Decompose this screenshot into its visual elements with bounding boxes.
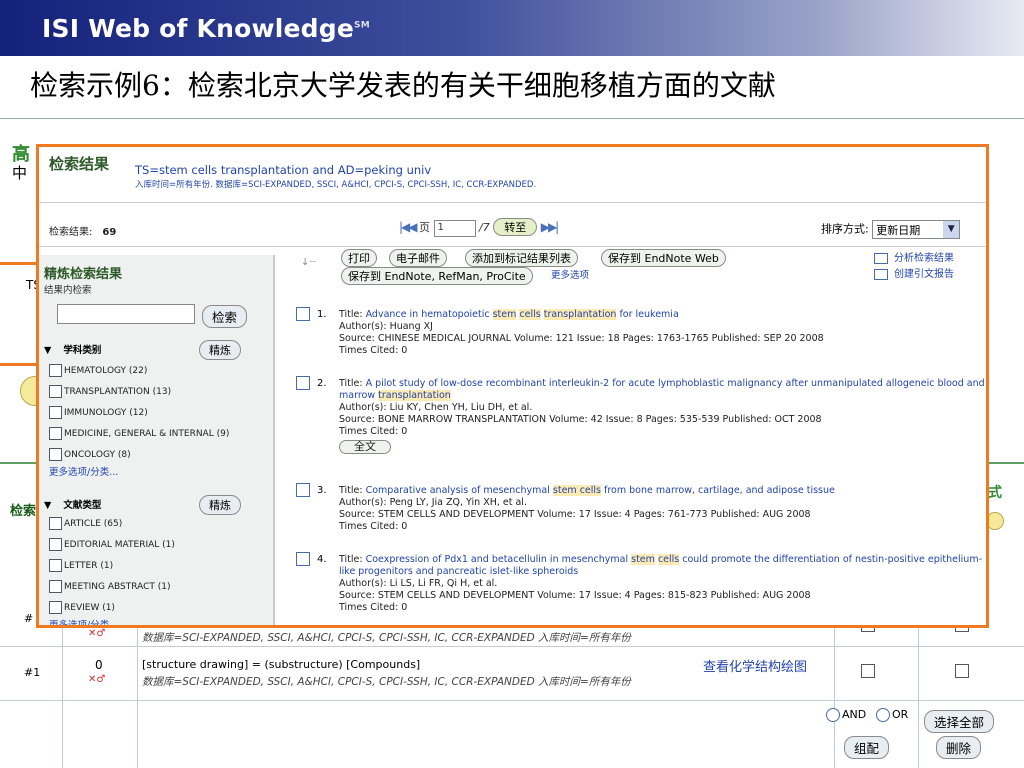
combine-button[interactable]: 组配 (844, 736, 890, 759)
and-radio[interactable]: AND (826, 708, 866, 722)
view-structure-link[interactable]: 查看化学结构绘图 (703, 656, 807, 675)
refine-title: 精炼检索结果 (44, 267, 123, 282)
record-checkbox[interactable] (296, 552, 310, 566)
doctype-option[interactable]: MEETING ABSTRACT (1) (49, 580, 171, 593)
list-icon (874, 252, 888, 264)
subject-option[interactable]: MEDICINE, GENERAL & INTERNAL (9) (49, 427, 229, 440)
goto-button[interactable]: 转至 (493, 218, 538, 236)
subject-category-header: ▼ 学科类别 (44, 345, 102, 356)
add-marked-button[interactable]: 添加到标记结果列表 (465, 249, 578, 267)
doctype-header: ▼ 文献类型 (44, 500, 102, 511)
or-radio[interactable]: OR (876, 708, 908, 722)
subject-option[interactable]: ONCOLOGY (8) (49, 448, 131, 461)
bar-chart-icon (874, 268, 888, 280)
results-screenshot: 检索结果 TS=stem cells transplantation and A… (36, 144, 989, 628)
citation-report-link[interactable]: 创建引文报告 (874, 265, 954, 280)
subject-option[interactable]: TRANSPLANTATION (13) (49, 385, 171, 398)
query-databases: 入库时间=所有年份. 数据库=SCI-EXPANDED, SSCI, A&HCI… (135, 180, 537, 190)
triangle-down-icon: ▼ (44, 345, 52, 356)
record-checkbox[interactable] (296, 483, 310, 497)
first-page-icon[interactable]: |◀◀ (399, 220, 417, 234)
bg-text-fragment: 中 (12, 164, 28, 182)
save-endnote-button[interactable]: 保存到 EndNote, RefMan, ProCite (341, 267, 533, 285)
print-button[interactable]: 打印 (341, 249, 377, 267)
divider (0, 118, 1024, 119)
email-button[interactable]: 电子邮件 (389, 249, 447, 267)
subject-more-link[interactable]: 更多选项/分类... (49, 464, 118, 478)
record-checkbox[interactable] (296, 376, 310, 390)
sort-select[interactable]: 更新日期 ▼ (872, 220, 961, 239)
structure-icon: ✕♂ (88, 674, 106, 685)
triangle-down-icon: ▼ (44, 500, 52, 511)
bg-right-fragment: 式 (988, 485, 1002, 501)
history-row: #1 0 ✕♂ [structure drawing] = (substruct… (0, 656, 1024, 688)
result-count: 检索结果: 69 (49, 227, 117, 238)
record-title-link[interactable]: Comparative analysis of mesenchymal stem… (366, 485, 835, 496)
pager: |◀◀ 页 1 /7 转至 ▶▶| (399, 218, 559, 237)
query-string: TS=stem cells transplantation and AD=pek… (135, 163, 432, 177)
history-label: 检索 (10, 504, 37, 519)
full-text-button[interactable]: 全文 (339, 440, 391, 454)
doctype-option[interactable]: REVIEW (1) (49, 601, 115, 614)
doctype-more-link[interactable]: 更多选项/分类... (49, 617, 118, 625)
banner: ISI Web of KnowledgeSM (0, 0, 1024, 56)
history-checkbox[interactable] (861, 664, 875, 678)
page-input[interactable]: 1 (433, 219, 476, 237)
more-options-link[interactable]: 更多选项 (551, 267, 589, 281)
record-title-link[interactable]: Coexpression of Pdx1 and betacellulin in… (339, 554, 982, 577)
results-title: 检索结果 (49, 155, 110, 173)
search-within-input[interactable] (57, 304, 195, 324)
search-within-label: 结果内检索 (44, 285, 92, 296)
delete-button[interactable]: 删除 (936, 736, 982, 759)
slide-title: 检索示例6：检索北京大学发表的有关干细胞移植方面的文献 (30, 69, 776, 102)
analyze-results-link[interactable]: 分析检索结果 (874, 249, 954, 264)
arrow-icon: ↓┈ (301, 257, 316, 268)
record-checkbox[interactable] (296, 307, 310, 321)
brand-logo: ISI Web of KnowledgeSM (42, 14, 370, 43)
doctype-option[interactable]: ARTICLE (65) (49, 517, 122, 530)
structure-icon: ✕♂ (88, 628, 106, 639)
refine-subject-button[interactable]: 精炼 (199, 340, 241, 360)
slide: ISI Web of KnowledgeSM 检索示例6：检索北京大学发表的有关… (0, 0, 1024, 768)
refine-panel: 精炼检索结果 结果内检索 检索 ▼ 学科类别 精炼 HEMATOLOGY (22)… (39, 255, 275, 625)
refine-doctype-button[interactable]: 精炼 (199, 495, 241, 515)
last-page-icon[interactable]: ▶▶| (541, 220, 559, 234)
save-endnote-web-button[interactable]: 保存到 EndNote Web (601, 249, 726, 267)
doctype-option[interactable]: EDITORIAL MATERIAL (1) (49, 538, 175, 551)
search-within-button[interactable]: 检索 (202, 305, 248, 328)
sort-control: 排序方式: 更新日期 ▼ (821, 220, 961, 239)
history-checkbox[interactable] (955, 664, 969, 678)
subject-option[interactable]: IMMUNOLOGY (12) (49, 406, 148, 419)
record-title-link[interactable]: A pilot study of low-dose recombinant in… (339, 378, 985, 401)
doctype-option[interactable]: LETTER (1) (49, 559, 113, 572)
chevron-down-icon: ▼ (943, 221, 960, 238)
history-actions: AND OR 选择全部 组配 删除 (826, 708, 1016, 764)
result-actions: ↓┈ 打印 电子邮件 添加到标记结果列表 保存到 EndNote Web 保存到… (299, 249, 986, 285)
subject-option[interactable]: HEMATOLOGY (22) (49, 364, 147, 377)
record-title-link[interactable]: Advance in hematopoietic stem cells tran… (366, 309, 679, 320)
select-all-button[interactable]: 选择全部 (924, 710, 995, 733)
